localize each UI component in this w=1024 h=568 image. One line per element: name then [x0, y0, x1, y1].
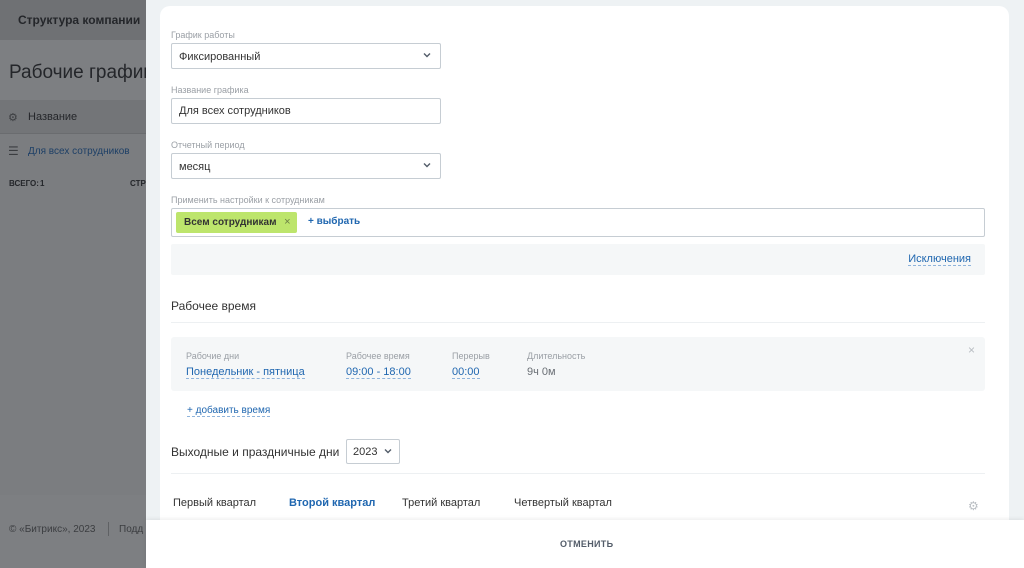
- chevron-down-icon: [384, 449, 392, 454]
- footer-copyright: © «Битрикс», 2023: [9, 524, 96, 535]
- work-hours-label: Рабочее время: [346, 351, 410, 361]
- duration-value: 9ч 0м: [527, 366, 556, 378]
- row-name-link[interactable]: Для всех сотрудников: [28, 146, 130, 157]
- bottom-action-bar: ОТМЕНИТЬ: [146, 520, 1024, 568]
- gear-icon[interactable]: ⚙: [8, 111, 18, 124]
- settings-gear-icon[interactable]: ⚙: [968, 499, 979, 513]
- employee-tag[interactable]: Всем сотрудникам ×: [176, 212, 297, 233]
- footer-divider: [108, 522, 109, 536]
- holidays-title: Выходные и праздничные дни: [171, 445, 340, 459]
- exceptions-bar: Исключения: [171, 244, 985, 275]
- schedule-type-select[interactable]: Фиксированный: [171, 43, 441, 69]
- employee-selector[interactable]: Всем сотрудникам × + выбрать: [171, 208, 985, 237]
- work-days-label: Рабочие дни: [186, 351, 240, 361]
- tab-first-quarter[interactable]: Первый квартал: [173, 497, 256, 509]
- chevron-down-icon: [423, 163, 431, 168]
- total-label: ВСЕГО:: [9, 179, 39, 188]
- chevron-down-icon: [423, 53, 431, 58]
- report-period-label: Отчетный период: [171, 140, 245, 150]
- footer-support-link[interactable]: Подд: [119, 524, 143, 535]
- duration-label: Длительность: [527, 351, 586, 361]
- employee-tag-label: Всем сотрудникам: [184, 217, 277, 228]
- tab-fourth-quarter[interactable]: Четвертый квартал: [514, 497, 612, 509]
- break-label: Перерыв: [452, 351, 490, 361]
- tab-second-quarter[interactable]: Второй квартал: [289, 497, 375, 509]
- break-column: Перерыв 00:00: [452, 351, 490, 380]
- tab-third-quarter[interactable]: Третий квартал: [402, 497, 480, 509]
- choose-employees-link[interactable]: + выбрать: [308, 216, 360, 227]
- exceptions-link[interactable]: Исключения: [908, 253, 971, 266]
- work-time-card: Рабочие дни Понедельник - пятница Рабоче…: [171, 337, 985, 391]
- apply-to-label: Применить настройки к сотрудникам: [171, 195, 325, 205]
- close-icon[interactable]: ×: [968, 343, 975, 357]
- menu-icon[interactable]: ☰: [8, 144, 19, 158]
- column-header-name[interactable]: Название: [28, 111, 77, 123]
- topbar-title[interactable]: Структура компании: [18, 13, 140, 27]
- report-period-select[interactable]: месяц: [171, 153, 441, 179]
- add-time-link[interactable]: + добавить время: [187, 405, 271, 417]
- work-days-column: Рабочие дни Понедельник - пятница: [186, 351, 305, 380]
- divider: [171, 322, 985, 323]
- schedule-name-input[interactable]: [171, 98, 441, 124]
- year-value: 2023: [353, 446, 378, 458]
- work-days-link[interactable]: Понедельник - пятница: [186, 366, 305, 379]
- schedule-form: График работы Фиксированный Название гра…: [160, 6, 1009, 520]
- total-value: 1: [40, 179, 45, 188]
- cancel-button[interactable]: ОТМЕНИТЬ: [560, 539, 613, 549]
- close-icon[interactable]: ×: [284, 212, 290, 233]
- table-header: ⚙ Название: [0, 100, 160, 134]
- work-hours-link[interactable]: 09:00 - 18:00: [346, 366, 411, 379]
- divider: [171, 473, 985, 474]
- year-select[interactable]: 2023: [346, 439, 400, 464]
- work-time-title: Рабочее время: [171, 299, 256, 313]
- table-row[interactable]: ☰ Для всех сотрудников: [0, 134, 160, 168]
- work-hours-column: Рабочее время 09:00 - 18:00: [346, 351, 411, 380]
- report-period-value: месяц: [179, 161, 211, 173]
- break-link[interactable]: 00:00: [452, 366, 480, 379]
- schedule-slider-panel: График работы Фиксированный Название гра…: [146, 0, 1024, 568]
- schedule-type-value: Фиксированный: [179, 51, 261, 63]
- duration-column: Длительность 9ч 0м: [527, 351, 585, 378]
- column-fragment: СТР: [130, 179, 146, 188]
- schedule-type-label: График работы: [171, 30, 235, 40]
- top-bar: Структура компании: [0, 0, 160, 40]
- page-title: Рабочие график: [9, 62, 152, 83]
- schedule-name-label: Название графика: [171, 85, 249, 95]
